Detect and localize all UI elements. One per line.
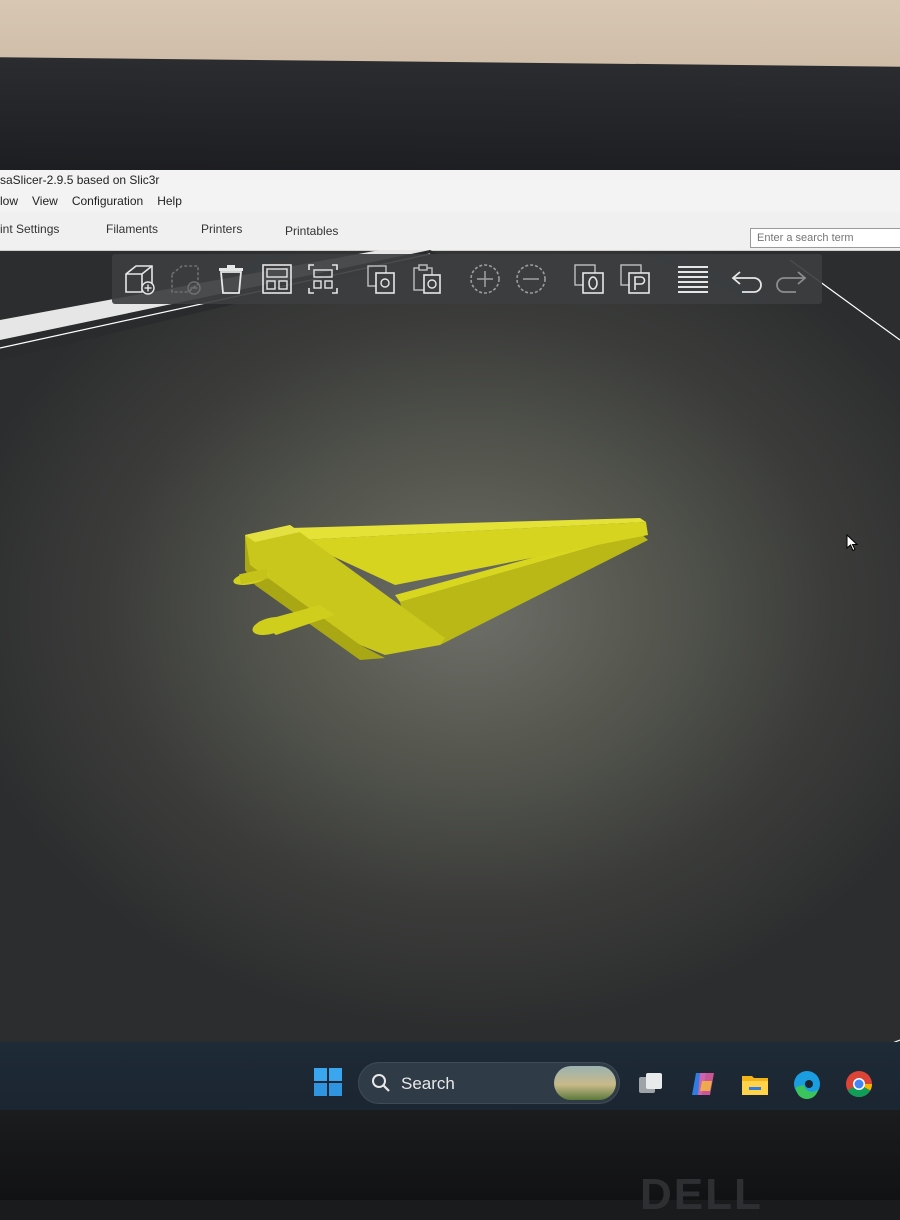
file-explorer-icon[interactable] [740, 1069, 770, 1099]
redo-icon [776, 271, 807, 293]
window-titlebar: saSlicer-2.9.5 based on Slic3r [0, 170, 900, 190]
menu-configuration[interactable]: Configuration [64, 190, 149, 212]
tab-printables[interactable]: Printables [285, 224, 338, 238]
screen: saSlicer-2.9.5 based on Slic3r low View … [0, 170, 900, 1115]
brand-text: DELL [640, 1170, 763, 1219]
redo-button[interactable] [772, 260, 810, 298]
menu-view[interactable]: View [24, 190, 64, 212]
menu-window[interactable]: low [0, 190, 24, 212]
tab-printers[interactable]: Printers [201, 222, 242, 236]
copilot-icon[interactable] [688, 1069, 718, 1099]
tab-filaments[interactable]: Filaments [106, 222, 158, 236]
taskbar-search-label: Search [401, 1074, 455, 1093]
paste-button[interactable] [408, 260, 446, 298]
delete-object-button[interactable] [166, 260, 204, 298]
undo-icon [731, 271, 762, 293]
mouse-cursor-icon [846, 534, 859, 552]
scene-toolbar [112, 254, 822, 304]
chrome-icon[interactable] [844, 1069, 874, 1099]
monitor-bezel-top [0, 57, 900, 187]
delete-all-icon [219, 265, 243, 294]
3d-viewport[interactable] [0, 250, 900, 1115]
search-icon [372, 1074, 390, 1092]
copy-button[interactable] [362, 260, 400, 298]
arrange-selection-button[interactable] [304, 260, 342, 298]
arrange-button[interactable] [258, 260, 296, 298]
layer-editing-button[interactable] [674, 260, 712, 298]
search-input[interactable] [750, 228, 900, 248]
undo-button[interactable] [728, 260, 766, 298]
split-to-objects-icon [574, 264, 604, 294]
split-to-parts-icon [620, 264, 650, 294]
add-instance-icon [470, 264, 500, 294]
layer-editing-icon [678, 266, 708, 293]
task-view-icon[interactable] [636, 1069, 666, 1099]
remove-instance-button[interactable] [512, 260, 550, 298]
edge-icon[interactable] [792, 1069, 822, 1099]
windows-start-icon[interactable] [313, 1067, 343, 1097]
copy-icon [367, 265, 395, 294]
split-to-objects-button[interactable] [570, 260, 608, 298]
arrange-icon [262, 264, 292, 294]
menu-bar: low View Configuration Help [0, 190, 900, 212]
taskbar: Search [0, 1042, 900, 1115]
3d-model[interactable] [232, 518, 648, 660]
search-highlight-image [554, 1066, 616, 1100]
arrange-selection-icon [308, 264, 338, 294]
split-to-parts-button[interactable] [616, 260, 654, 298]
window-title: saSlicer-2.9.5 based on Slic3r [0, 173, 160, 187]
remove-instance-icon [516, 264, 546, 294]
taskbar-search[interactable]: Search [358, 1062, 620, 1104]
add-instance-button[interactable] [466, 260, 504, 298]
add-object-button[interactable] [120, 260, 158, 298]
add-object-icon [125, 265, 155, 295]
delete-all-button[interactable] [212, 260, 250, 298]
menu-help[interactable]: Help [149, 190, 188, 212]
monitor-bezel-bottom [0, 1110, 900, 1200]
monitor-brand-logo: DELL [640, 1170, 763, 1220]
tab-print-settings[interactable]: rint Settings [0, 222, 59, 236]
paste-icon [413, 264, 441, 294]
delete-object-icon [171, 265, 201, 295]
